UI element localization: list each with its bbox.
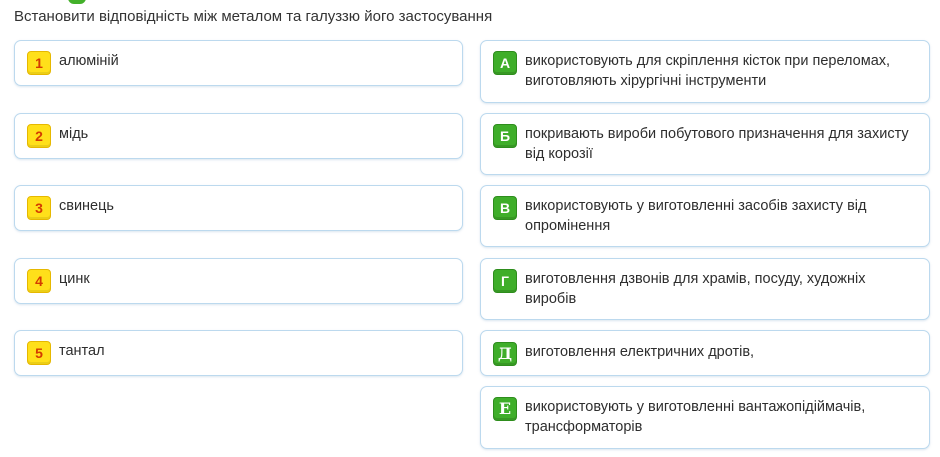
right-item-label: виготовлення електричних дротів, (525, 344, 755, 360)
top-accent-marker (68, 0, 86, 4)
letter-badge: Г (493, 269, 517, 293)
left-item-label: тантал (59, 343, 105, 359)
letter-badge: В (493, 196, 517, 220)
right-item-a[interactable]: А використовують для скріплення кісток п… (480, 40, 930, 103)
left-item-3[interactable]: 3 свинець (14, 185, 463, 231)
letter-badge: Д (493, 342, 517, 366)
left-item-4[interactable]: 4 цинк (14, 258, 463, 304)
letter-badge: А (493, 51, 517, 75)
right-item-label: використовують для скріплення кісток при… (525, 53, 891, 89)
left-item-5[interactable]: 5 тантал (14, 330, 463, 376)
right-item-e[interactable]: Е використовують у виготовленні вантажоп… (480, 386, 930, 449)
right-item-v[interactable]: В використовують у виготовленні засобів … (480, 185, 930, 247)
number-badge: 4 (27, 269, 51, 293)
left-item-label: свинець (59, 198, 114, 214)
number-badge: 5 (27, 341, 51, 365)
right-item-b[interactable]: Б покривають вироби побутового призначен… (480, 113, 930, 175)
right-item-label: виготовлення дзвонів для храмів, посуду,… (525, 271, 866, 307)
number-badge: 3 (27, 196, 51, 220)
right-item-h[interactable]: Г виготовлення дзвонів для храмів, посуд… (480, 258, 930, 320)
right-item-label: використовують у виготовленні вантажопід… (525, 399, 866, 435)
right-item-label: використовують у виготовленні засобів за… (525, 198, 867, 234)
right-item-d[interactable]: Д виготовлення електричних дротів, (480, 330, 930, 376)
left-item-2[interactable]: 2 мідь (14, 113, 463, 159)
number-badge: 2 (27, 124, 51, 148)
letter-badge: Е (493, 397, 517, 421)
number-badge: 1 (27, 51, 51, 75)
letter-badge: Б (493, 124, 517, 148)
left-item-1[interactable]: 1 алюміній (14, 40, 463, 86)
left-item-label: алюміній (59, 53, 119, 69)
left-item-label: цинк (59, 271, 90, 287)
left-item-label: мідь (59, 126, 89, 142)
right-item-label: покривають вироби побутового призначення… (525, 126, 909, 162)
question-text: Встановити відповідність між металом та … (14, 8, 493, 25)
